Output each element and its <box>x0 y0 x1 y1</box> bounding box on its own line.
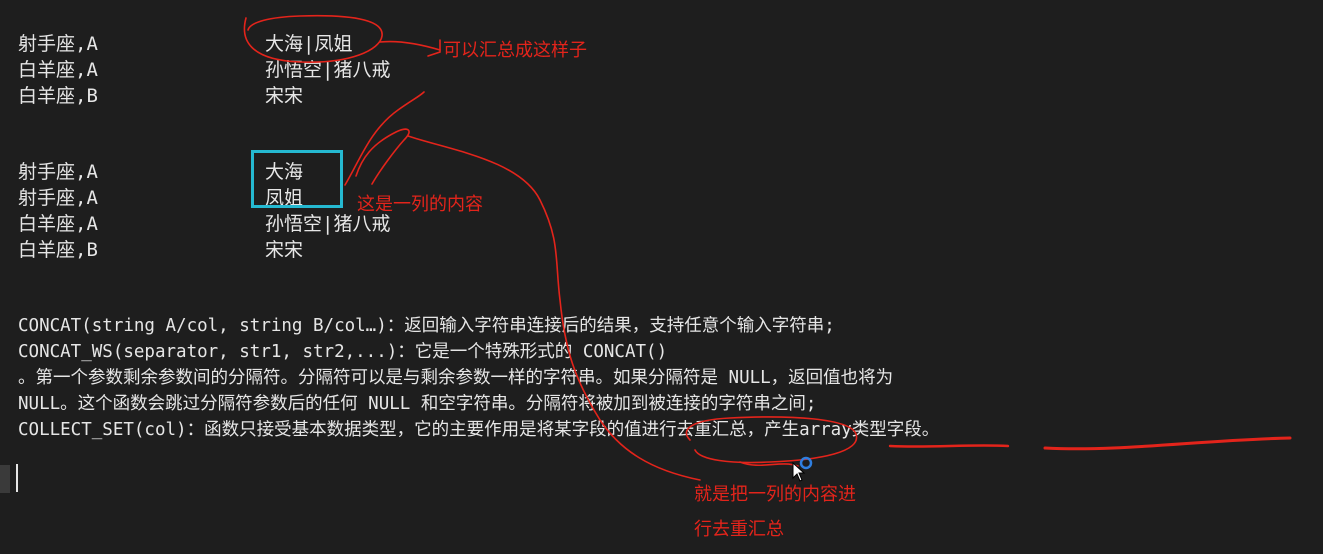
ink-annotations <box>243 14 1292 481</box>
ink-swirl <box>344 91 425 186</box>
annotation-summary: 可以汇总成这样子 <box>443 40 587 61</box>
ink-loop-2 <box>685 416 858 464</box>
mouse-pointer-icon <box>792 462 806 482</box>
ink-loop-1 <box>243 14 383 63</box>
ink-underline-2 <box>1043 436 1292 451</box>
annotation-column: 这是一列的内容 <box>357 194 483 215</box>
annotation-dedupe-2: 行去重汇总 <box>694 519 784 540</box>
ink-arrow-1 <box>379 40 441 51</box>
annotation-dedupe-1: 就是把一列的内容进 <box>694 484 856 505</box>
ink-connector <box>407 135 701 481</box>
ink-underline-1 <box>888 444 1010 448</box>
